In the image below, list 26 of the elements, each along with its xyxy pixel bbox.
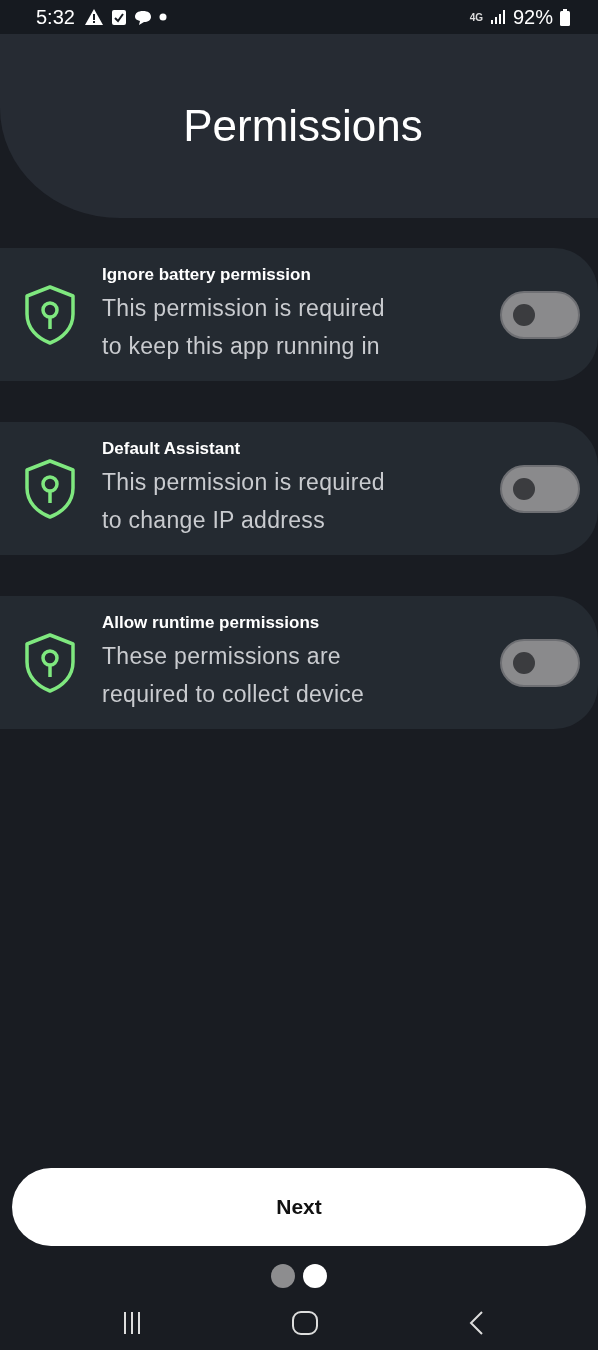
signal-icon bbox=[489, 9, 506, 25]
page-title: Permissions bbox=[182, 101, 423, 151]
permission-description: These permissions are required to collect device bbox=[102, 641, 366, 709]
warning-icon bbox=[83, 8, 104, 26]
toggle-switch[interactable] bbox=[500, 290, 580, 339]
battery-icon bbox=[560, 8, 570, 26]
shield-keyhole-icon bbox=[24, 631, 76, 694]
permission-title: Allow runtime permissions bbox=[102, 612, 321, 633]
battery-percent: 92% bbox=[512, 5, 553, 29]
checkbox-icon bbox=[110, 8, 127, 26]
chat-bubble-icon bbox=[133, 8, 152, 26]
toggle-switch[interactable] bbox=[500, 638, 580, 687]
permission-title: Default Assistant bbox=[102, 438, 242, 459]
recent-apps-icon[interactable] bbox=[122, 1311, 142, 1335]
back-icon[interactable] bbox=[468, 1310, 484, 1336]
permission-description: This permission is required to change IP address bbox=[102, 467, 386, 535]
next-button[interactable]: Next bbox=[12, 1168, 586, 1246]
permission-title: Ignore battery permission bbox=[102, 264, 312, 285]
network-type: 4G bbox=[469, 11, 483, 23]
dot-icon bbox=[158, 13, 167, 21]
toggle-switch[interactable] bbox=[500, 464, 580, 513]
shield-keyhole-icon bbox=[24, 283, 76, 346]
clock: 5:32 bbox=[36, 5, 75, 29]
shield-keyhole-icon bbox=[24, 457, 76, 520]
home-icon[interactable] bbox=[291, 1310, 319, 1336]
permission-description: This permission is required to keep this app running in bbox=[102, 293, 386, 361]
